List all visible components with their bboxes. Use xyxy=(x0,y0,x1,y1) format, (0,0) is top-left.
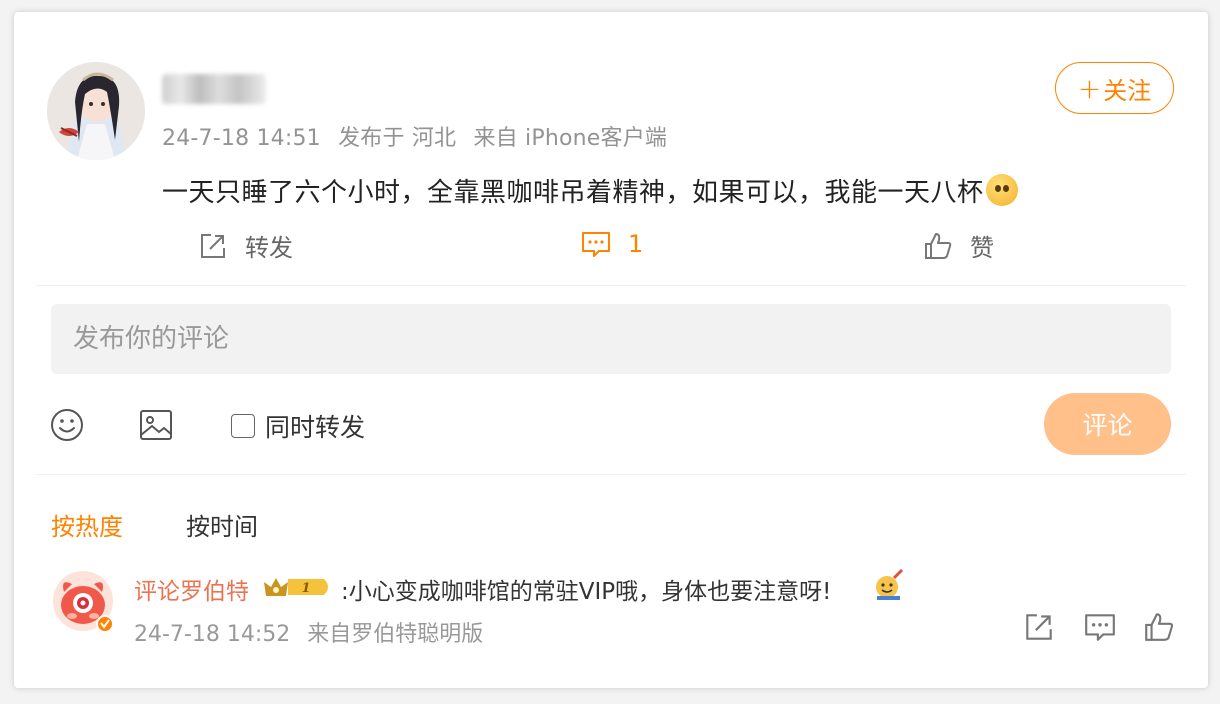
comment-text: :小心变成咖啡馆的常驻VIP哦，身体也要注意呀! xyxy=(341,579,832,605)
vip-level-text: 1 xyxy=(301,581,310,596)
plus-icon: + xyxy=(1077,71,1102,105)
post-time: 24-7-18 14:51 xyxy=(162,126,321,151)
image-icon[interactable] xyxy=(138,407,174,443)
comment-action[interactable]: 1 xyxy=(580,228,643,260)
comment-source: 来自罗伯特聪明版 xyxy=(307,622,484,647)
comment-repost-icon[interactable] xyxy=(1022,610,1056,644)
vip-level-badge-icon[interactable]: 1 xyxy=(262,574,334,600)
comment-meta: 24-7-18 14:52 来自罗伯特聪明版 xyxy=(134,616,483,648)
sleepy-face-emoji-icon xyxy=(985,174,1018,206)
smiley-icon[interactable] xyxy=(49,407,85,443)
author-name-blurred[interactable] xyxy=(162,74,266,104)
repost-checkbox-row[interactable]: 同时转发 xyxy=(231,408,365,444)
comment-input[interactable] xyxy=(51,304,1171,374)
repost-checkbox[interactable] xyxy=(231,414,255,438)
follow-label: 关注 xyxy=(1103,76,1152,105)
commenter-avatar[interactable] xyxy=(52,570,114,633)
repost-label: 转发 xyxy=(245,234,293,262)
repost-action[interactable]: 转发 xyxy=(197,228,293,263)
comment-count: 1 xyxy=(628,230,644,258)
cheering-emoji-icon xyxy=(876,568,904,600)
post-text: 一天只睡了六个小时，全靠黑咖啡吊着精神，如果可以，我能一天八杯 xyxy=(162,178,984,208)
comment-like-icon[interactable] xyxy=(1142,610,1176,644)
thumbs-up-icon xyxy=(925,232,952,259)
tab-sort-hot[interactable]: 按热度 xyxy=(51,507,123,542)
comment-icon xyxy=(582,232,610,257)
divider xyxy=(36,474,1186,475)
like-action[interactable]: 赞 xyxy=(922,228,994,263)
commenter-name[interactable]: 评论罗伯特 xyxy=(134,572,249,606)
commenter-avatar-illustration xyxy=(53,571,114,633)
repost-checkbox-label: 同时转发 xyxy=(265,413,366,442)
follow-button[interactable]: + 关注 xyxy=(1055,62,1174,114)
post-meta: 24-7-18 14:51 发布于 河北 来自 iPhone客户端 xyxy=(162,120,667,152)
like-label: 赞 xyxy=(970,234,994,262)
repost-icon xyxy=(201,233,225,258)
submit-comment-button[interactable]: 评论 xyxy=(1044,393,1171,455)
tab-sort-time[interactable]: 按时间 xyxy=(186,507,258,542)
post-content: 一天只睡了六个小时，全靠黑咖啡吊着精神，如果可以，我能一天八杯 xyxy=(162,172,1018,209)
comment-time: 24-7-18 14:52 xyxy=(134,622,291,647)
author-avatar[interactable] xyxy=(47,62,145,160)
post-source[interactable]: 来自 iPhone客户端 xyxy=(473,126,667,151)
weibo-post-card: 24-7-18 14:51 发布于 河北 来自 iPhone客户端 + 关注 一… xyxy=(14,12,1208,688)
avatar-illustration xyxy=(47,62,145,160)
comment-reply-icon[interactable] xyxy=(1083,610,1117,644)
post-location: 发布于 河北 xyxy=(338,126,457,151)
divider xyxy=(36,285,1186,286)
